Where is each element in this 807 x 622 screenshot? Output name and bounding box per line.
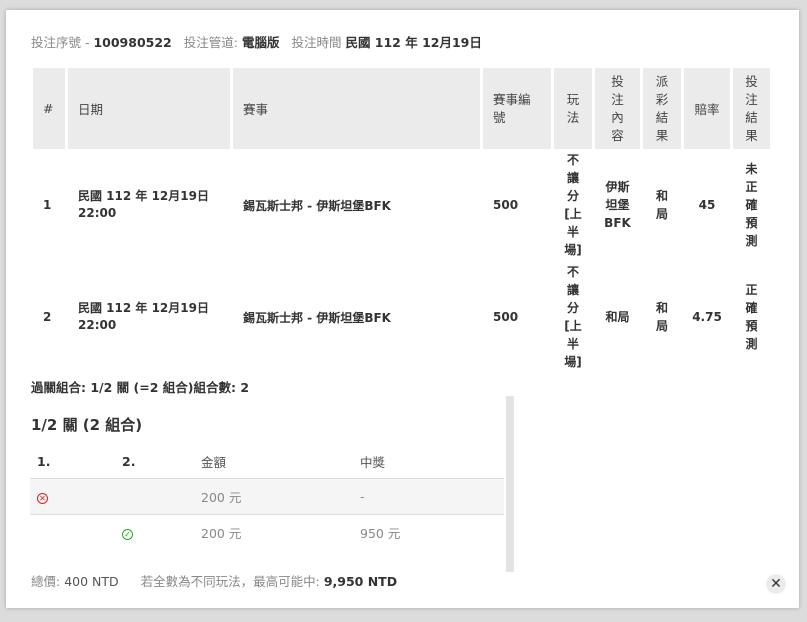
row-match-no: 500 bbox=[493, 198, 519, 212]
table-row: 1 民國 112 年 12月19日 22:00 錫瓦斯士邦 - 伊斯坦堡BFK 5… bbox=[33, 149, 770, 261]
channel-value: 電腦版 bbox=[241, 35, 280, 50]
row-play: 不讓分 [上半場] bbox=[564, 153, 582, 257]
col-result: 投注結果 bbox=[733, 68, 770, 149]
check-circle-icon: ✓ bbox=[122, 529, 133, 540]
table-row: 2 民國 112 年 12月19日 22:00 錫瓦斯士邦 - 伊斯坦堡BFK 5… bbox=[33, 261, 770, 373]
bets-table: # 日期 賽事 賽事編號 玩法 投注內容 派彩結果 賠率 投注結果 1 民國 1… bbox=[30, 68, 773, 373]
table-row: ✕ 200 元 - bbox=[30, 478, 504, 515]
combo-scrollbar[interactable] bbox=[506, 396, 514, 572]
combo-amount: 200 元 bbox=[194, 514, 353, 550]
combo-col-amount: 金額 bbox=[201, 454, 227, 470]
row-odds: 45 bbox=[698, 198, 716, 212]
parlay-summary: 過關組合: 1/2 關 (=2 組合)組合數: 2 bbox=[31, 380, 250, 395]
combo-prize: - bbox=[353, 478, 504, 515]
combo-leg2-cell: ✓ bbox=[115, 514, 194, 550]
row-payout: 和局 bbox=[655, 189, 668, 221]
combo-header-row: 1. 2. 金額 中獎 bbox=[30, 444, 504, 479]
combo-col-leg2: 2. bbox=[122, 453, 136, 469]
col-payout: 派彩結果 bbox=[643, 68, 681, 149]
combo-col-prize: 中獎 bbox=[360, 454, 386, 470]
combo-col-leg1: 1. bbox=[37, 453, 51, 469]
row-match-no: 500 bbox=[493, 310, 519, 324]
bet-detail-modal: 投注序號 - 100980522 投注管道: 電腦版 投注時間 民國 112 年… bbox=[6, 10, 799, 608]
combo-leg1-cell: ✕ bbox=[30, 478, 115, 515]
row-index: 2 bbox=[43, 310, 52, 324]
bets-header-row: # 日期 賽事 賽事編號 玩法 投注內容 派彩結果 賠率 投注結果 bbox=[33, 68, 770, 149]
col-odds: 賠率 bbox=[684, 68, 730, 149]
row-match: 錫瓦斯士邦 - 伊斯坦堡BFK bbox=[243, 310, 391, 325]
serial-value: 100980522 bbox=[93, 35, 172, 50]
row-content: 和局 bbox=[605, 310, 630, 324]
total-label: 總價: bbox=[31, 574, 61, 589]
max-value: 9,950 NTD bbox=[323, 574, 398, 589]
row-content: 伊斯 坦堡 BFK bbox=[604, 180, 631, 230]
combo-table: 1. 2. 金額 中獎 ✕ 200 元 - ✓ 200 元 950 元 bbox=[30, 444, 504, 550]
row-odds: 4.75 bbox=[692, 310, 722, 324]
col-date: 日期 bbox=[68, 68, 230, 149]
col-play: 玩法 bbox=[554, 68, 592, 149]
cross-circle-icon: ✕ bbox=[37, 493, 48, 504]
combo-title: 1/2 關 (2 組合) bbox=[31, 416, 143, 434]
total-bar: 總價: 400 NTD 若全數為不同玩法，最高可能中: 9,950 NTD bbox=[31, 571, 397, 590]
time-value: 民國 112 年 12月19日 bbox=[345, 35, 482, 50]
combo-leg2-cell bbox=[115, 478, 194, 515]
combo-leg1-cell bbox=[30, 514, 115, 550]
time-label: 投注時間 bbox=[291, 35, 342, 50]
row-play: 不讓分 [上半場] bbox=[564, 265, 582, 369]
total-value: 400 NTD bbox=[64, 574, 119, 589]
col-content: 投注內容 bbox=[595, 68, 640, 149]
col-match-no: 賽事編號 bbox=[483, 68, 551, 149]
combo-prize: 950 元 bbox=[353, 514, 504, 550]
row-date: 民國 112 年 12月19日 22:00 bbox=[78, 189, 209, 220]
combo-amount: 200 元 bbox=[194, 478, 353, 515]
close-button[interactable]: ✕ bbox=[766, 574, 786, 594]
row-date: 民國 112 年 12月19日 22:00 bbox=[78, 301, 209, 332]
channel-label: 投注管道: bbox=[183, 35, 238, 50]
serial-label: 投注序號 - bbox=[31, 35, 90, 50]
row-payout: 和局 bbox=[655, 301, 668, 333]
row-match: 錫瓦斯士邦 - 伊斯坦堡BFK bbox=[243, 198, 391, 213]
max-note: 若全數為不同玩法，最高可能中: bbox=[140, 574, 320, 589]
row-result: 未正確預測 bbox=[745, 162, 758, 248]
row-index: 1 bbox=[43, 198, 52, 212]
col-match: 賽事 bbox=[233, 68, 480, 149]
table-row: ✓ 200 元 950 元 bbox=[30, 514, 504, 550]
col-index: # bbox=[33, 68, 65, 149]
bet-info-bar: 投注序號 - 100980522 投注管道: 電腦版 投注時間 民國 112 年… bbox=[31, 32, 482, 51]
row-result: 正確預測 bbox=[745, 283, 758, 351]
